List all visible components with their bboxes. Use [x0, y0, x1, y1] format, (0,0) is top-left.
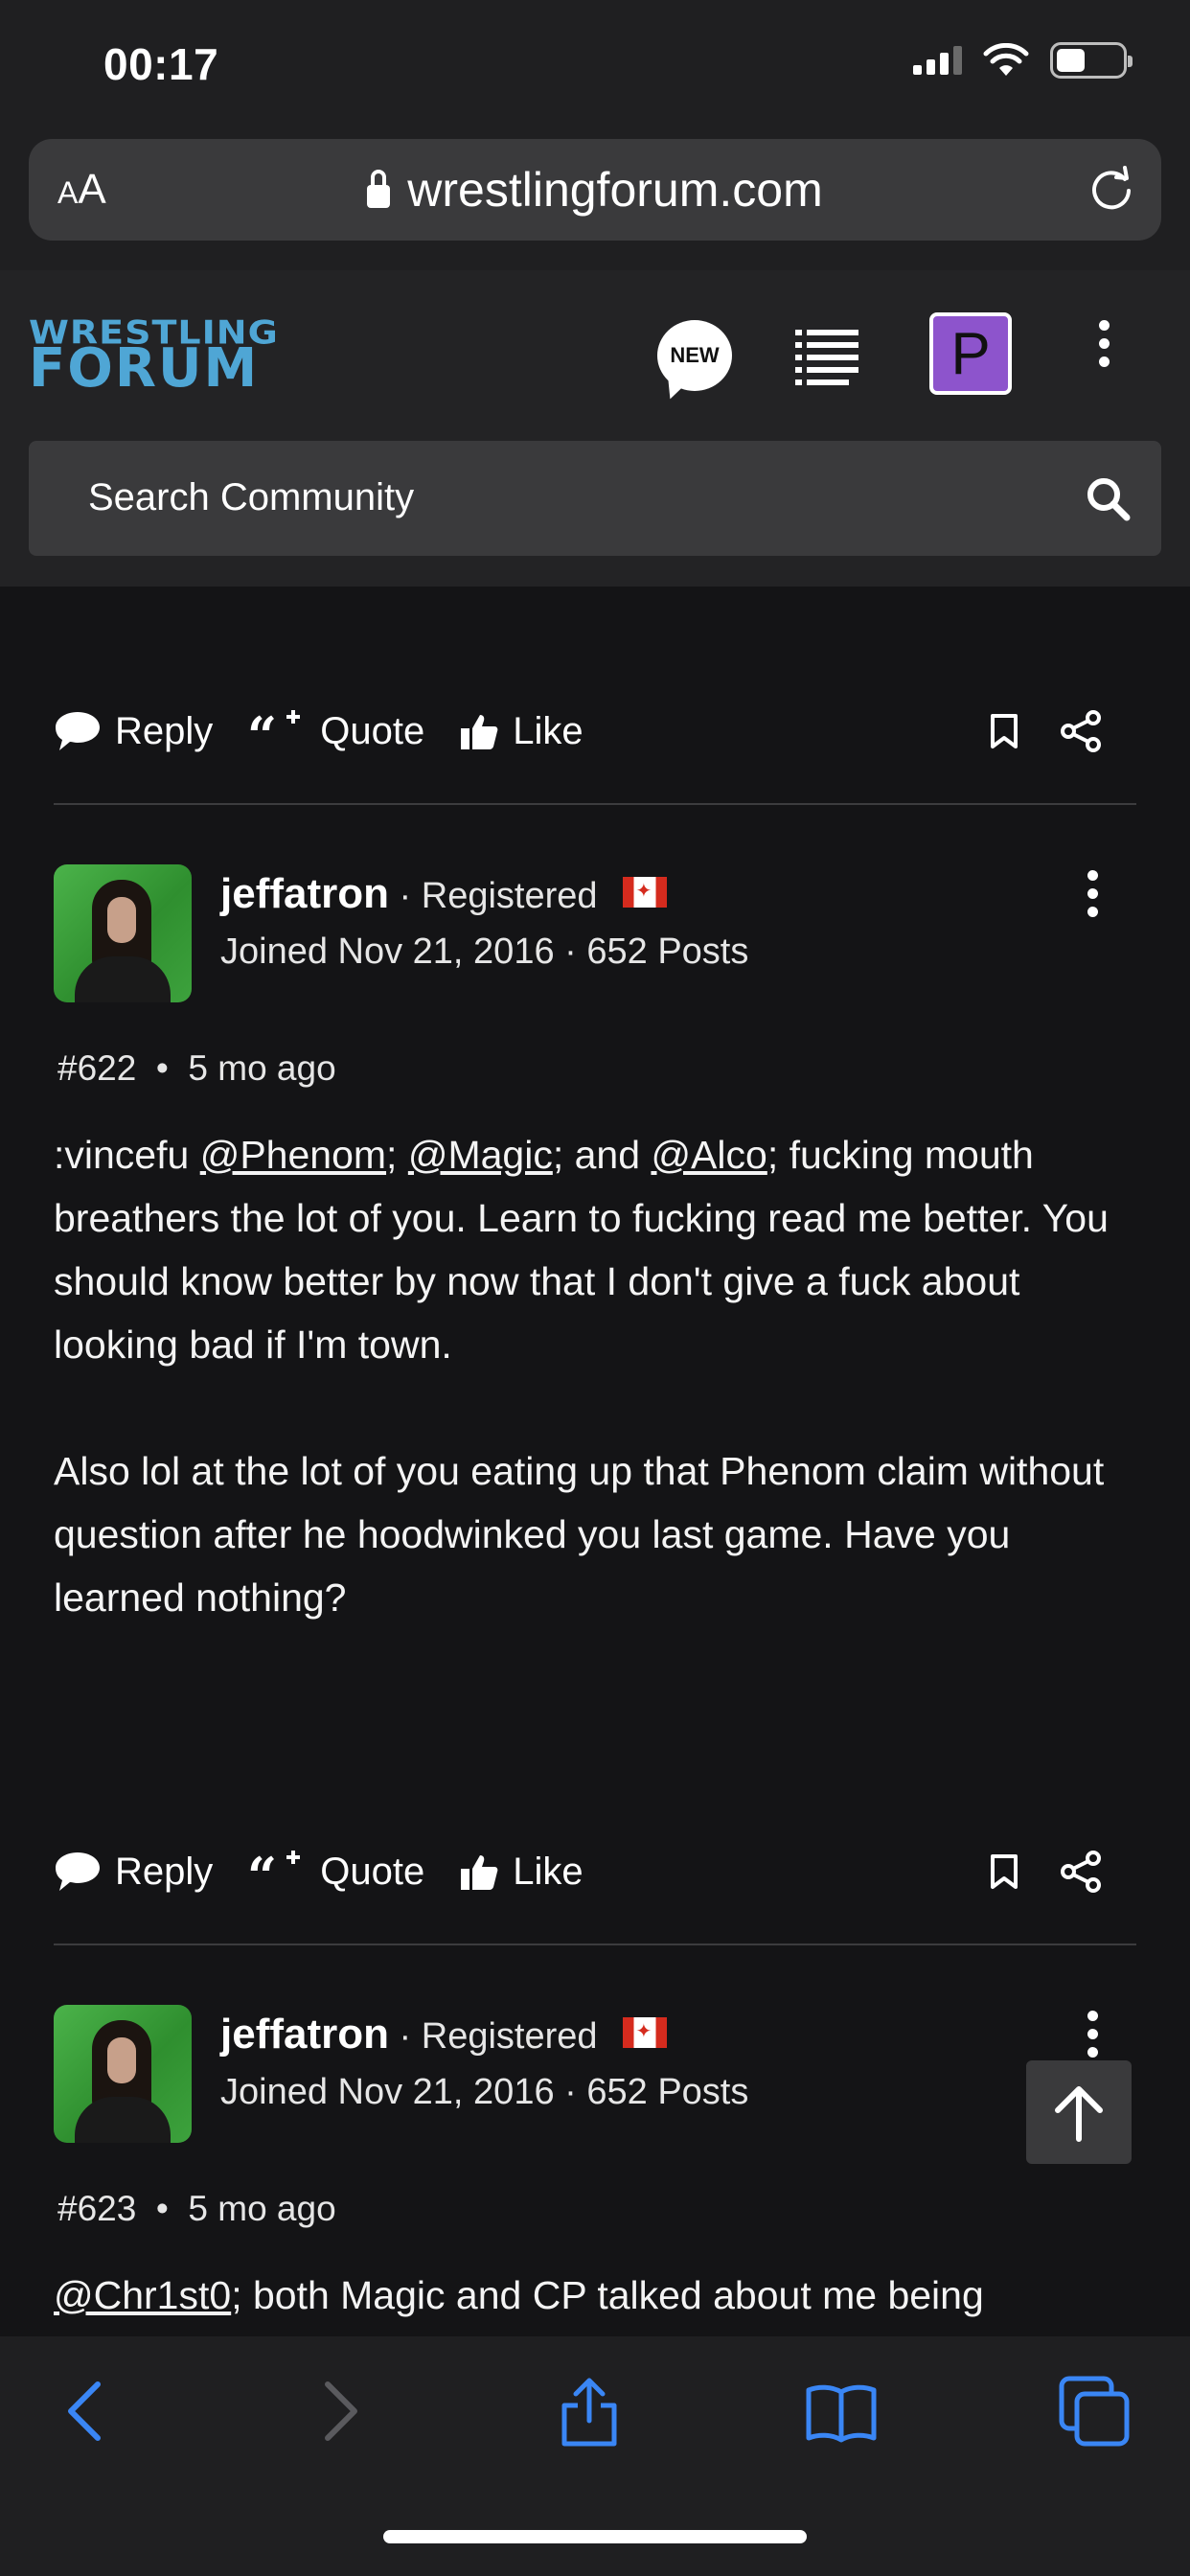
profile-avatar-button[interactable]: P [929, 312, 1012, 395]
url-text: wrestlingforum.com [407, 163, 823, 217]
site-header: WRESTLING FORUM NEW P Search Community [0, 270, 1190, 586]
svg-text:“: “ [247, 708, 277, 754]
reply-icon [56, 712, 100, 750]
like-button[interactable]: Like [459, 1851, 584, 1894]
new-posts-icon[interactable]: NEW [657, 320, 732, 391]
kebab-icon[interactable] [1094, 320, 1113, 367]
reply-button[interactable]: Reply [54, 1851, 213, 1894]
home-indicator [383, 2530, 807, 2543]
back-icon[interactable] [50, 2373, 126, 2450]
quote-icon: “ [247, 708, 301, 754]
username[interactable]: jeffatron [220, 870, 389, 917]
reply-icon [56, 1852, 100, 1891]
browser-chrome: 00:17 AA wrestlingforum.com [0, 0, 1190, 270]
canada-flag-icon [622, 877, 667, 908]
arrow-up-icon [1055, 2086, 1103, 2142]
search-icon[interactable] [1085, 475, 1131, 521]
mention-link[interactable]: @Magic [408, 1133, 553, 1177]
divider [54, 803, 1136, 805]
url-bar[interactable]: AA wrestlingforum.com [29, 139, 1161, 241]
user-meta: Joined Nov 21, 2016 · 652 Posts [220, 2072, 749, 2112]
like-icon [461, 715, 498, 749]
bookmark-icon[interactable] [989, 713, 1019, 749]
post-header: jeffatron · Registered Joined Nov 21, 20… [54, 864, 1136, 1008]
post-number: #623 • 5 mo ago [57, 2189, 336, 2228]
status-time: 00:17 [103, 39, 219, 89]
user-role: · Registered [389, 876, 598, 916]
post-body: :vincefu @Phenom; @Magic; and @Alco; fuc… [54, 1133, 1109, 1620]
like-button[interactable]: Like [459, 710, 584, 753]
battery-icon [1050, 42, 1133, 79]
like-icon [461, 1855, 498, 1890]
search-input[interactable]: Search Community [29, 441, 1161, 556]
search-placeholder: Search Community [88, 476, 415, 518]
share-icon[interactable] [1060, 1851, 1102, 1893]
quote-icon: “ [247, 1849, 301, 1895]
mention-link[interactable]: @Alco [651, 1133, 767, 1177]
avatar[interactable] [54, 864, 192, 1002]
post-body: @Chr1st0; both Magic and CP talked about… [54, 2273, 984, 2317]
bookmarks-icon[interactable] [803, 2373, 880, 2450]
user-meta: Joined Nov 21, 2016 · 652 Posts [220, 932, 749, 972]
username[interactable]: jeffatron [220, 2011, 389, 2058]
wifi-icon [983, 43, 1029, 76]
reload-icon[interactable] [1087, 164, 1136, 214]
post-actions: Reply “ Quote Like [54, 698, 1136, 765]
mention-link[interactable]: @Chr1st0 [54, 2273, 231, 2317]
quote-button[interactable]: “ Quote [247, 1849, 424, 1895]
signal-icon [913, 46, 962, 75]
avatar[interactable] [54, 2005, 192, 2143]
user-role: · Registered [389, 2016, 598, 2057]
reply-button[interactable]: Reply [54, 710, 213, 753]
share-sheet-icon[interactable] [551, 2373, 628, 2450]
scroll-to-top-button[interactable] [1026, 2060, 1132, 2164]
site-logo[interactable]: WRESTLING FORUM [29, 316, 279, 396]
divider [54, 1944, 1136, 1945]
post-number: #622 • 5 mo ago [57, 1048, 336, 1088]
kebab-icon[interactable] [1083, 2011, 1102, 2058]
share-icon[interactable] [1060, 710, 1102, 752]
forward-icon[interactable] [299, 2373, 376, 2450]
list-icon[interactable] [795, 326, 858, 385]
quote-button[interactable]: “ Quote [247, 708, 424, 754]
status-icons [913, 42, 1133, 79]
post-actions: Reply “ Quote Like [54, 1838, 1136, 1905]
post-header: jeffatron · Registered Joined Nov 21, 20… [54, 2005, 1136, 2149]
svg-text:“: “ [247, 1849, 277, 1895]
kebab-icon[interactable] [1083, 870, 1102, 917]
bookmark-icon[interactable] [989, 1853, 1019, 1890]
tabs-icon[interactable] [1056, 2373, 1133, 2450]
canada-flag-icon [622, 2017, 667, 2049]
lock-icon [367, 170, 391, 208]
mention-link[interactable]: @Phenom [200, 1133, 386, 1177]
